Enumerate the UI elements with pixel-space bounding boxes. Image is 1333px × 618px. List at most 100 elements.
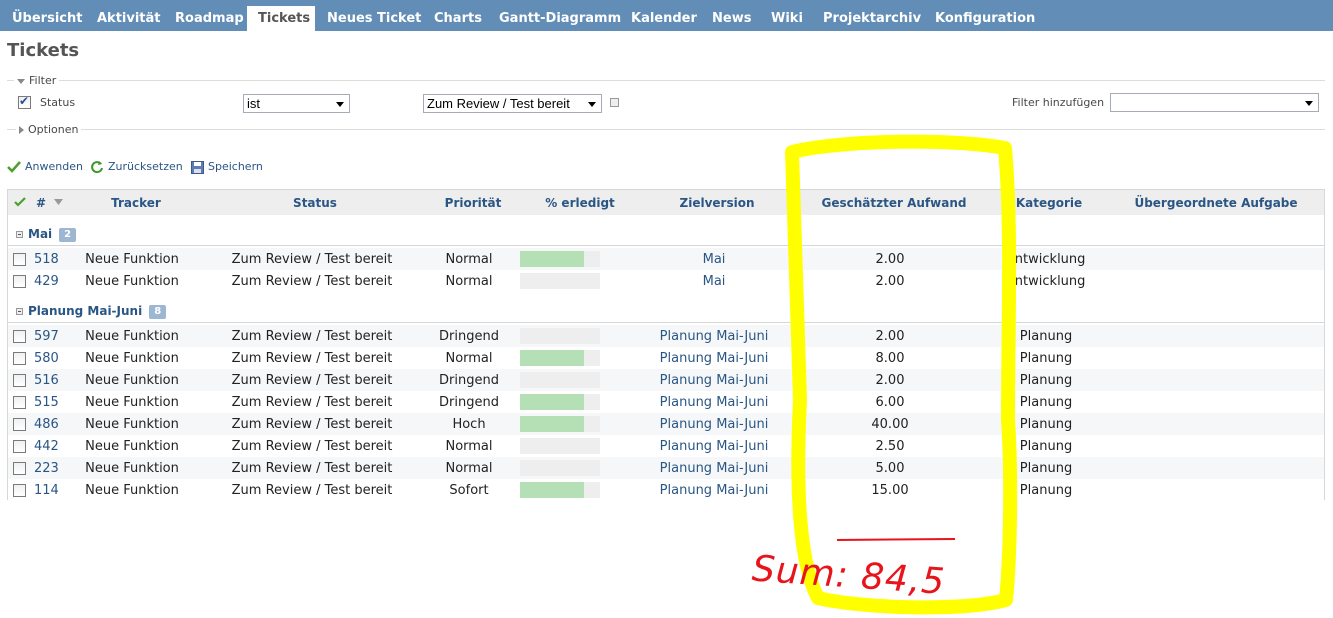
column-header-category[interactable]: Kategorie [1016,196,1082,210]
column-header-tracker[interactable]: Tracker [111,196,161,210]
table-row[interactable]: 442 Neue Funktion Zum Review / Test bereit… [8,435,1324,457]
status-operator-select[interactable]: ist [243,94,350,113]
filter-fieldset-border [7,80,1325,81]
filter-legend-label: Filter [29,74,57,87]
tab-wiki[interactable]: Wiki [771,0,803,31]
table-header: # Tracker Status Priorität % erledigt Zi… [8,190,1324,215]
progress-bar [520,273,600,289]
priority-cell: Normal [445,439,493,454]
table-row[interactable]: 597 Neue Funktion Zum Review / Test bereit… [8,325,1324,347]
status-cell: Zum Review / Test bereit [231,252,393,267]
version-link[interactable]: Planung Mai-Juni [660,395,769,410]
column-header-version[interactable]: Zielversion [680,196,755,210]
group-divider [8,322,1324,323]
status-cell: Zum Review / Test bereit [231,373,393,388]
save-button[interactable]: Speichern [191,160,263,174]
progress-bar [520,394,600,410]
row-checkbox[interactable] [13,462,26,475]
tab-charts[interactable]: Charts [434,0,482,31]
column-header-parent[interactable]: Übergeordnete Aufgabe [1134,196,1297,210]
issue-id-link[interactable]: 597 [34,329,59,344]
table-row[interactable]: 515 Neue Funktion Zum Review / Test bereit… [8,391,1324,413]
chevron-down-icon [336,102,344,107]
table-row[interactable]: 114 Neue Funktion Zum Review / Test bereit… [8,479,1324,501]
version-link[interactable]: Mai [703,274,726,289]
version-link[interactable]: Planung Mai-Juni [660,417,769,432]
issue-id-link[interactable]: 516 [34,373,59,388]
issue-id-link[interactable]: 223 [34,461,59,476]
toggle-multiselect-icon[interactable] [610,98,619,107]
tab-roadmap[interactable]: Roadmap [175,0,244,31]
chevron-down-icon [588,102,596,107]
tab-kalender[interactable]: Kalender [631,0,697,31]
table-row[interactable]: 223 Neue Funktion Zum Review / Test bereit… [8,457,1324,479]
toggle-all-checkmark-icon[interactable] [14,197,26,207]
priority-cell: Normal [445,252,493,267]
issue-id-link[interactable]: 429 [34,274,59,289]
estimate-cell: 15.00 [871,483,909,498]
version-link[interactable]: Planung Mai-Juni [660,461,769,476]
issue-id-link[interactable]: 114 [34,483,59,498]
group-header[interactable]: Planung Mai-Juni 8 [8,300,1324,323]
page-title: Tickets [7,40,80,61]
status-filter-checkbox[interactable] [18,94,31,109]
version-link[interactable]: Planung Mai-Juni [660,483,769,498]
group-header[interactable]: Mai 2 [8,223,1324,246]
row-checkbox[interactable] [13,396,26,409]
status-value-select[interactable]: Zum Review / Test bereit [423,94,602,113]
tab-aktivitaet[interactable]: Aktivität [97,0,161,31]
column-header-done[interactable]: % erledigt [545,196,615,210]
row-checkbox[interactable] [13,253,26,266]
row-checkbox[interactable] [13,374,26,387]
column-header-id[interactable]: # [36,196,46,210]
table-row[interactable]: 486 Neue Funktion Zum Review / Test bereit… [8,413,1324,435]
tab-projektarchiv[interactable]: Projektarchiv [823,0,921,31]
apply-button[interactable]: Anwenden [7,160,83,173]
category-cell: Planung [1019,483,1073,498]
status-cell: Zum Review / Test bereit [231,483,393,498]
row-checkbox[interactable] [13,418,26,431]
tab-konfiguration[interactable]: Konfiguration [935,0,1035,31]
category-cell: Planung [1019,351,1073,366]
status-value: Zum Review / Test bereit [427,96,570,111]
options-legend[interactable]: Optionen [16,123,82,136]
table-row[interactable]: 516 Neue Funktion Zum Review / Test bereit… [8,369,1324,391]
issue-id-link[interactable]: 486 [34,417,59,432]
row-checkbox[interactable] [13,484,26,497]
estimate-cell: 6.00 [875,395,905,410]
collapse-group-icon[interactable] [16,231,23,238]
version-link[interactable]: Planung Mai-Juni [660,329,769,344]
column-header-estimate[interactable]: Geschätzter Aufwand [822,196,967,210]
tab-neues-ticket[interactable]: Neues Ticket [327,0,421,31]
version-link[interactable]: Mai [703,252,726,267]
version-link[interactable]: Planung Mai-Juni [660,439,769,454]
tab-gantt-diagramm[interactable]: Gantt-Diagramm [499,0,621,31]
version-link[interactable]: Planung Mai-Juni [660,373,769,388]
column-header-priority[interactable]: Priorität [445,196,502,210]
row-checkbox[interactable] [13,330,26,343]
table-row[interactable]: 518 Neue Funktion Zum Review / Test bereit… [8,248,1324,270]
add-filter-select[interactable] [1110,93,1319,112]
issue-id-link[interactable]: 442 [34,439,59,454]
version-link[interactable]: Planung Mai-Juni [660,351,769,366]
column-header-status[interactable]: Status [293,196,337,210]
issue-id-link[interactable]: 515 [34,395,59,410]
table-row[interactable]: 429 Neue Funktion Zum Review / Test bereit… [8,270,1324,292]
filter-legend[interactable]: Filter [14,74,60,87]
issue-id-link[interactable]: 518 [34,252,59,267]
reload-icon [91,161,103,174]
issue-id-link[interactable]: 580 [34,351,59,366]
sort-desc-icon[interactable] [54,199,63,205]
row-checkbox[interactable] [13,275,26,288]
tracker-cell: Neue Funktion [85,461,179,476]
row-checkbox[interactable] [13,440,26,453]
tab-news[interactable]: News [712,0,751,31]
row-checkbox[interactable] [13,352,26,365]
collapse-group-icon[interactable] [16,308,23,315]
table-row[interactable]: 580 Neue Funktion Zum Review / Test bereit… [8,347,1324,369]
tab-uebersicht[interactable]: Übersicht [12,0,82,31]
progress-bar [520,438,600,454]
tab-tickets[interactable]: Tickets [247,6,315,31]
checkmark-icon [7,161,21,173]
reset-button[interactable]: Zurücksetzen [90,160,183,174]
